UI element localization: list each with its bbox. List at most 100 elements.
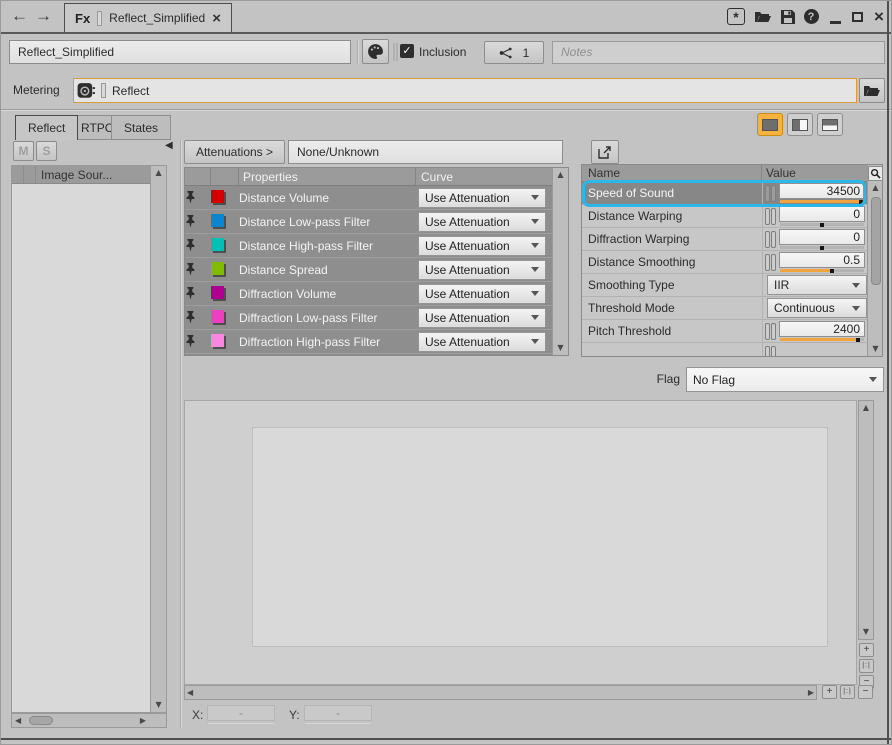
zoom-fit-horizontal-button[interactable]: |:| <box>840 685 855 699</box>
scrollbar-thumb[interactable] <box>871 197 881 285</box>
property-row[interactable]: Speed of Sound34500 <box>582 182 867 205</box>
collapse-panel-icon[interactable]: ◀ <box>165 140 173 151</box>
pin-icon[interactable] <box>185 287 211 300</box>
view-split-horizontal-button[interactable] <box>817 113 843 136</box>
property-value-slider[interactable] <box>780 269 864 272</box>
property-value-field[interactable]: 0.5 <box>779 252 865 268</box>
forward-arrow-icon[interactable]: → <box>35 6 52 26</box>
color-palette-button[interactable] <box>362 39 389 64</box>
image-sources-header[interactable]: Image Sour... <box>12 166 150 184</box>
attenuation-row[interactable]: Distance High-pass FilterUse Attenuation <box>185 234 552 258</box>
zoom-in-vertical-button[interactable]: + <box>859 643 874 657</box>
metering-target-field[interactable]: Reflect <box>73 78 857 103</box>
curve-graph-area[interactable] <box>184 400 857 685</box>
view-split-vertical-button[interactable] <box>787 113 813 136</box>
pin-window-icon[interactable]: * <box>727 8 745 25</box>
curve-dropdown[interactable]: Use Attenuation <box>418 332 546 352</box>
graph-vscrollbar[interactable]: ▲ ▼ <box>858 400 874 640</box>
maximize-icon[interactable] <box>848 8 866 25</box>
property-value-field[interactable]: 0 <box>779 229 865 245</box>
property-value-dropdown[interactable]: Continuous <box>767 298 867 318</box>
flag-dropdown[interactable]: No Flag <box>686 367 884 392</box>
attenuations-menu-button[interactable]: Attenuations > <box>184 140 285 164</box>
attenuation-row[interactable]: Distance SpreadUse Attenuation <box>185 258 552 282</box>
pin-icon[interactable] <box>185 239 211 252</box>
references-button[interactable]: 1 <box>484 41 544 64</box>
scrollbar-thumb[interactable] <box>29 716 53 725</box>
link-indicator[interactable] <box>771 208 776 225</box>
attenuation-row[interactable]: Distance VolumeUse Attenuation <box>185 186 552 210</box>
property-value-field[interactable]: 0 <box>779 206 865 222</box>
scroll-right-icon[interactable]: ▶ <box>808 686 814 700</box>
pin-icon[interactable] <box>185 215 211 228</box>
curve-dropdown[interactable]: Use Attenuation <box>418 284 546 304</box>
solo-button[interactable]: S <box>36 141 57 161</box>
link-indicator[interactable] <box>771 231 776 248</box>
rtpc-indicator[interactable] <box>765 254 770 271</box>
property-row[interactable]: Distance Warping0 <box>582 205 867 228</box>
help-icon[interactable]: ? <box>802 8 820 25</box>
property-row[interactable]: Pitch Threshold2400 <box>582 320 867 343</box>
pin-icon[interactable] <box>185 263 211 276</box>
slider-marker[interactable] <box>859 200 863 204</box>
scroll-down-icon[interactable]: ▼ <box>155 698 161 712</box>
link-indicator[interactable] <box>771 254 776 271</box>
open-external-editor-button[interactable] <box>591 140 619 164</box>
document-tab[interactable]: Fx Reflect_Simplified × <box>64 3 232 32</box>
open-folder-icon[interactable] <box>754 8 772 25</box>
tab-states[interactable]: States <box>111 115 171 140</box>
zoom-out-horizontal-button[interactable]: − <box>858 685 873 699</box>
image-sources-vscrollbar[interactable]: ▲ ▼ <box>150 166 166 712</box>
close-window-icon[interactable]: × <box>870 8 888 25</box>
scroll-down-icon[interactable]: ▼ <box>872 342 878 356</box>
rtpc-indicator[interactable] <box>765 208 770 225</box>
scroll-up-icon[interactable]: ▲ <box>863 401 869 415</box>
pin-icon[interactable] <box>185 335 211 348</box>
curve-dropdown[interactable]: Use Attenuation <box>418 188 546 208</box>
scroll-left-icon[interactable]: ◀ <box>15 714 21 728</box>
scroll-up-icon[interactable]: ▲ <box>557 168 563 182</box>
notes-input[interactable]: Notes <box>552 41 885 64</box>
tab-reflect[interactable]: Reflect <box>15 115 78 140</box>
tab-close-icon[interactable]: × <box>212 10 221 27</box>
object-name-input[interactable]: Reflect_Simplified <box>9 40 351 64</box>
link-indicator[interactable] <box>771 323 776 340</box>
pin-icon[interactable] <box>185 311 211 324</box>
pin-icon[interactable] <box>185 191 211 204</box>
link-indicator[interactable] <box>771 185 776 202</box>
rtpc-indicator[interactable] <box>765 323 770 340</box>
slider-marker[interactable] <box>820 223 824 227</box>
curve-dropdown[interactable]: Use Attenuation <box>418 260 546 280</box>
property-value-slider[interactable] <box>780 246 864 249</box>
rtpc-indicator[interactable] <box>765 231 770 248</box>
attenuation-row[interactable]: Diffraction VolumeUse Attenuation <box>185 282 552 306</box>
property-row[interactable]: Smoothing TypeIIR <box>582 274 867 297</box>
property-value-field[interactable]: 2400 <box>779 321 865 337</box>
zoom-fit-vertical-button[interactable]: |:| <box>859 659 874 673</box>
search-properties-button[interactable] <box>868 166 883 181</box>
mute-button[interactable]: M <box>13 141 34 161</box>
scroll-down-icon[interactable]: ▼ <box>557 341 563 355</box>
rtpc-indicator[interactable] <box>765 185 770 202</box>
attenuation-row[interactable]: Distance Low-pass FilterUse Attenuation <box>185 210 552 234</box>
property-value-field[interactable]: 34500 <box>779 183 865 199</box>
browse-button[interactable] <box>859 78 885 103</box>
scroll-right-icon[interactable]: ▶ <box>140 714 146 728</box>
slider-marker[interactable] <box>856 338 860 342</box>
slider-marker[interactable] <box>820 246 824 250</box>
slider-marker[interactable] <box>830 269 834 273</box>
property-value-dropdown[interactable]: IIR <box>767 275 867 295</box>
properties-table-vscrollbar[interactable]: ▲ ▼ <box>867 165 883 356</box>
property-row[interactable]: Distance Smoothing0.5 <box>582 251 867 274</box>
property-value-slider[interactable] <box>780 200 864 203</box>
scroll-up-icon[interactable]: ▲ <box>155 166 161 180</box>
property-row[interactable]: Threshold ModeContinuous <box>582 297 867 320</box>
curve-dropdown[interactable]: Use Attenuation <box>418 236 546 256</box>
scroll-down-icon[interactable]: ▼ <box>863 625 869 639</box>
curve-dropdown[interactable]: Use Attenuation <box>418 212 546 232</box>
inclusion-checkbox[interactable]: ✓ <box>400 44 414 58</box>
back-arrow-icon[interactable]: ← <box>11 6 28 26</box>
zoom-in-horizontal-button[interactable]: + <box>822 685 837 699</box>
curve-dropdown[interactable]: Use Attenuation <box>418 308 546 328</box>
save-icon[interactable] <box>779 8 797 25</box>
